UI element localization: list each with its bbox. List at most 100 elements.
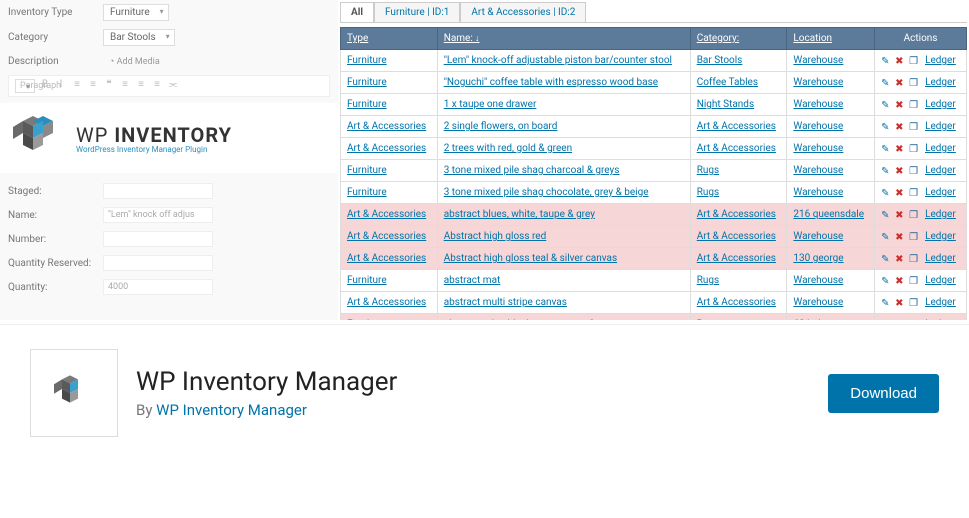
copy-icon[interactable]: ❐: [909, 319, 920, 320]
col-name[interactable]: Name:: [437, 28, 690, 50]
cell-name[interactable]: 3 tone mixed pile shag charcoal & greys: [437, 160, 690, 182]
copy-icon[interactable]: ❐: [909, 55, 920, 66]
ledger-link[interactable]: Ledger: [925, 165, 956, 176]
copy-icon[interactable]: ❐: [909, 297, 920, 308]
cell-name[interactable]: abstract multi stripe canvas: [437, 292, 690, 314]
edit-icon[interactable]: ✎: [881, 55, 892, 66]
copy-icon[interactable]: ❐: [909, 187, 920, 198]
edit-icon[interactable]: ✎: [881, 275, 892, 286]
qty-reserved-input[interactable]: [103, 255, 213, 271]
cell-loc[interactable]: 216 queensdale: [787, 204, 875, 226]
cell-cat[interactable]: Rugs: [690, 182, 787, 204]
cell-loc[interactable]: Warehouse: [787, 138, 875, 160]
delete-icon[interactable]: ✖: [895, 165, 906, 176]
cell-cat[interactable]: Rugs: [690, 160, 787, 182]
cell-type[interactable]: Art & Accessories: [341, 248, 438, 270]
ledger-link[interactable]: Ledger: [925, 209, 956, 220]
copy-icon[interactable]: ❐: [909, 275, 920, 286]
edit-icon[interactable]: ✎: [881, 77, 892, 88]
cell-cat[interactable]: Art & Accessories: [690, 248, 787, 270]
ledger-link[interactable]: Ledger: [925, 187, 956, 198]
tab[interactable]: Art & Accessories | ID:2: [460, 2, 586, 22]
ledger-link[interactable]: Ledger: [925, 231, 956, 242]
cell-loc[interactable]: 130 george: [787, 248, 875, 270]
copy-icon[interactable]: ❐: [909, 143, 920, 154]
category-select[interactable]: Bar Stools: [103, 29, 175, 46]
cell-name[interactable]: 2 trees with red, gold & green: [437, 138, 690, 160]
copy-icon[interactable]: ❐: [909, 165, 920, 176]
copy-icon[interactable]: ❐: [909, 209, 920, 220]
edit-icon[interactable]: ✎: [881, 165, 892, 176]
cell-loc[interactable]: Warehouse: [787, 72, 875, 94]
cell-type[interactable]: Art & Accessories: [341, 204, 438, 226]
cell-type[interactable]: Furniture: [341, 94, 438, 116]
edit-icon[interactable]: ✎: [881, 209, 892, 220]
delete-icon[interactable]: ✖: [895, 209, 906, 220]
ledger-link[interactable]: Ledger: [925, 275, 956, 286]
paragraph-select[interactable]: Paragraph: [15, 79, 35, 93]
alignl-icon[interactable]: ≡: [119, 79, 131, 93]
cell-type[interactable]: Furniture: [341, 182, 438, 204]
delete-icon[interactable]: ✖: [895, 231, 906, 242]
list2-icon[interactable]: ≡: [87, 79, 99, 93]
edit-icon[interactable]: ✎: [881, 143, 892, 154]
cell-loc[interactable]: 60 balsam: [787, 314, 875, 321]
list-icon[interactable]: ≡: [71, 79, 83, 93]
ledger-link[interactable]: Ledger: [925, 121, 956, 132]
edit-icon[interactable]: ✎: [881, 187, 892, 198]
copy-icon[interactable]: ❐: [909, 253, 920, 264]
delete-icon[interactable]: ✖: [895, 319, 906, 320]
edit-icon[interactable]: ✎: [881, 231, 892, 242]
cell-loc[interactable]: Warehouse: [787, 182, 875, 204]
copy-icon[interactable]: ❐: [909, 99, 920, 110]
col-category[interactable]: Category:: [690, 28, 787, 50]
inventory-type-select[interactable]: Furniture: [103, 4, 169, 21]
cell-type[interactable]: Furniture: [341, 160, 438, 182]
cell-cat[interactable]: Art & Accessories: [690, 226, 787, 248]
staged-input[interactable]: [103, 183, 213, 199]
cell-name[interactable]: 2 single flowers, on board: [437, 116, 690, 138]
delete-icon[interactable]: ✖: [895, 275, 906, 286]
edit-icon[interactable]: ✎: [881, 121, 892, 132]
cell-loc[interactable]: Warehouse: [787, 50, 875, 72]
cell-cat[interactable]: Art & Accessories: [690, 204, 787, 226]
delete-icon[interactable]: ✖: [895, 253, 906, 264]
ledger-link[interactable]: Ledger: [925, 55, 956, 66]
qty-input[interactable]: 4000: [103, 279, 213, 295]
cell-type[interactable]: Furniture: [341, 270, 438, 292]
ledger-link[interactable]: Ledger: [925, 77, 956, 88]
cell-loc[interactable]: Warehouse: [787, 160, 875, 182]
ledger-link[interactable]: Ledger: [925, 297, 956, 308]
edit-icon[interactable]: ✎: [881, 297, 892, 308]
author-link[interactable]: WP Inventory Manager: [156, 401, 307, 419]
delete-icon[interactable]: ✖: [895, 297, 906, 308]
cell-name[interactable]: 3 tone mixed pile shag chocolate, grey &…: [437, 182, 690, 204]
cell-loc[interactable]: Warehouse: [787, 116, 875, 138]
cell-loc[interactable]: Warehouse: [787, 292, 875, 314]
delete-icon[interactable]: ✖: [895, 143, 906, 154]
cell-type[interactable]: Furniture: [341, 72, 438, 94]
cell-name[interactable]: "Lem" knock-off adjustable piston bar/co…: [437, 50, 690, 72]
link-icon[interactable]: ⫘: [167, 79, 179, 93]
delete-icon[interactable]: ✖: [895, 55, 906, 66]
cell-loc[interactable]: Warehouse: [787, 270, 875, 292]
copy-icon[interactable]: ❐: [909, 121, 920, 132]
cell-cat[interactable]: Night Stands: [690, 94, 787, 116]
ledger-link[interactable]: Ledger: [925, 143, 956, 154]
number-input[interactable]: [103, 231, 213, 247]
cell-cat[interactable]: Art & Accessories: [690, 116, 787, 138]
cell-type[interactable]: Furniture: [341, 314, 438, 321]
tab[interactable]: Furniture | ID:1: [374, 2, 460, 22]
cell-cat[interactable]: Rugs: [690, 314, 787, 321]
edit-icon[interactable]: ✎: [881, 319, 892, 320]
delete-icon[interactable]: ✖: [895, 121, 906, 132]
cell-type[interactable]: Art & Accessories: [341, 226, 438, 248]
cell-name[interactable]: Abstract high gloss red: [437, 226, 690, 248]
ledger-link[interactable]: Ledger: [925, 319, 956, 320]
alignc-icon[interactable]: ≡: [135, 79, 147, 93]
download-button[interactable]: Download: [828, 374, 939, 413]
cell-cat[interactable]: Coffee Tables: [690, 72, 787, 94]
cell-loc[interactable]: Warehouse: [787, 226, 875, 248]
delete-icon[interactable]: ✖: [895, 77, 906, 88]
cell-name[interactable]: abstract blues, white, taupe & grey: [437, 204, 690, 226]
